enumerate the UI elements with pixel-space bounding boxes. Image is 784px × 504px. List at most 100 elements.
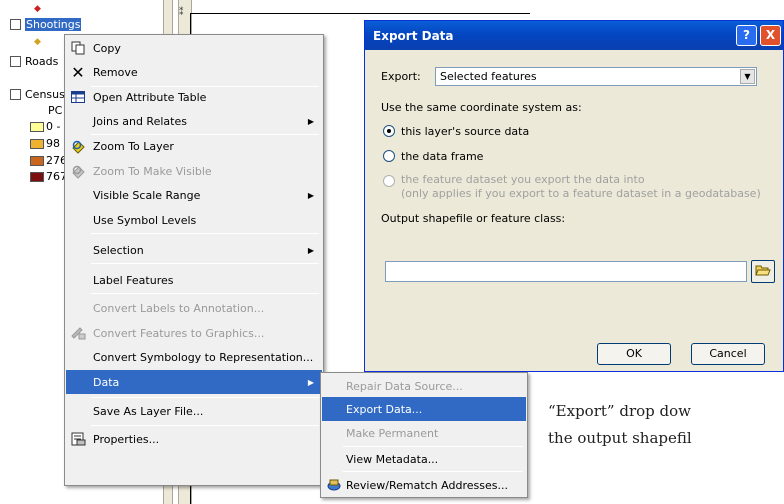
zoom-layer-icon xyxy=(70,138,86,154)
layer-name[interactable]: Roads xyxy=(25,55,58,68)
coordinate-system-label: Use the same coordinate system as: xyxy=(381,101,582,114)
browse-button[interactable] xyxy=(751,260,775,283)
menu-item-data[interactable]: Data ▶ xyxy=(66,370,322,394)
radio-layer-source[interactable] xyxy=(383,125,395,137)
point-symbol-icon: ◆ xyxy=(34,37,41,47)
menu-item-convert-features: Convert Features to Graphics... xyxy=(66,321,322,345)
radio-data-frame[interactable] xyxy=(383,150,395,162)
legend-class: 276 xyxy=(30,154,67,167)
layer-name[interactable]: Shootings xyxy=(25,18,82,31)
legend-label: 98 xyxy=(46,137,60,150)
layer-visibility-checkbox[interactable] xyxy=(10,19,21,30)
menu-item-label: Make Permanent xyxy=(346,426,439,440)
menu-item-label: Remove xyxy=(93,65,138,79)
menu-item-label: Data xyxy=(93,375,120,389)
menu-item-copy[interactable]: Copy xyxy=(66,36,322,60)
convert-graphics-icon xyxy=(70,325,86,341)
menu-separator xyxy=(91,293,319,294)
radio-data-frame-label[interactable]: the data frame xyxy=(401,150,483,163)
menu-separator xyxy=(91,263,319,264)
export-dropdown-value: Selected features xyxy=(440,70,537,83)
menu-item-export-data[interactable]: Export Data... xyxy=(322,397,526,421)
menu-item-label: Save As Layer File... xyxy=(93,404,204,418)
menu-item-review-rematch-addresses[interactable]: Review/Rematch Addresses... xyxy=(322,473,526,497)
submenu-arrow-icon: ▶ xyxy=(307,377,314,387)
menu-item-label-features[interactable]: Label Features xyxy=(66,268,322,292)
menu-item-view-metadata[interactable]: View Metadata... xyxy=(322,447,526,471)
menu-item-label: Copy xyxy=(93,41,121,55)
menu-item-remove[interactable]: ✕ Remove xyxy=(66,60,322,84)
menu-item-open-attribute-table[interactable]: Open Attribute Table xyxy=(66,85,322,109)
export-dropdown[interactable]: Selected features ▼ xyxy=(435,67,757,86)
menu-item-label: Convert Labels to Annotation... xyxy=(93,301,265,315)
layer-roads[interactable]: Roads xyxy=(10,55,58,68)
chevron-down-icon[interactable]: ▼ xyxy=(740,69,755,84)
layer-visibility-checkbox[interactable] xyxy=(10,56,21,67)
menu-item-properties[interactable]: Properties... xyxy=(66,427,322,451)
map-frame-border xyxy=(190,13,530,14)
menu-item-label: Zoom To Layer xyxy=(93,139,174,153)
menu-item-label: Open Attribute Table xyxy=(93,90,207,104)
menu-item-label: Convert Symbology to Representation... xyxy=(93,350,314,364)
menu-item-label: Selection xyxy=(93,243,144,257)
submenu-arrow-icon: ▶ xyxy=(307,245,314,255)
menu-item-label: Repair Data Source... xyxy=(346,379,463,393)
table-icon xyxy=(70,89,86,105)
menu-item-label: Zoom To Make Visible xyxy=(93,164,212,178)
close-button[interactable]: X xyxy=(760,25,781,46)
menu-item-label: Use Symbol Levels xyxy=(93,213,197,227)
legend-swatch xyxy=(30,138,44,149)
layer-shootings[interactable]: Shootings xyxy=(10,18,82,31)
properties-icon xyxy=(70,431,86,447)
legend-swatch xyxy=(30,155,44,166)
output-path-field[interactable] xyxy=(385,261,747,282)
menu-item-label: Properties... xyxy=(93,432,160,446)
menu-item-label: Visible Scale Range xyxy=(93,188,201,202)
menu-item-visible-scale-range[interactable]: Visible Scale Range ▶ xyxy=(66,183,322,207)
menu-item-make-permanent: Make Permanent xyxy=(322,421,526,445)
menu-item-joins-and-relates[interactable]: Joins and Relates ▶ xyxy=(66,109,322,133)
radio-layer-source-label[interactable]: this layer's source data xyxy=(401,125,529,138)
caption-line: the output shapefil xyxy=(548,429,692,447)
menu-item-label: Export Data... xyxy=(346,402,423,416)
grip-icon: ⁑ xyxy=(179,8,183,18)
dialog-title: Export Data xyxy=(373,28,454,43)
menu-item-repair-data-source: Repair Data Source... xyxy=(322,374,526,398)
point-symbol-icon: ◆ xyxy=(34,4,41,14)
legend-swatch xyxy=(30,171,44,182)
help-button[interactable]: ? xyxy=(736,25,757,46)
menu-item-convert-symbology[interactable]: Convert Symbology to Representation... xyxy=(66,345,322,369)
ok-button[interactable]: OK xyxy=(597,343,671,365)
menu-item-use-symbol-levels[interactable]: Use Symbol Levels xyxy=(66,208,322,232)
radio-feature-dataset-note: (only applies if you export to a feature… xyxy=(401,187,761,200)
data-submenu: Repair Data Source... Export Data... Mak… xyxy=(320,372,528,498)
radio-feature-dataset-label: the feature dataset you export the data … xyxy=(401,173,645,186)
legend-class: 0 - xyxy=(30,120,60,133)
copy-icon xyxy=(70,40,86,56)
menu-item-save-as-layer-file[interactable]: Save As Layer File... xyxy=(66,399,322,423)
menu-separator xyxy=(91,233,319,234)
menu-item-zoom-to-layer[interactable]: Zoom To Layer xyxy=(66,134,322,158)
export-label: Export: xyxy=(381,70,421,83)
dialog-title-bar[interactable]: Export Data ? X xyxy=(365,21,783,50)
export-data-dialog: Export Data ? X Export: Selected feature… xyxy=(364,20,784,372)
menu-item-selection[interactable]: Selection ▶ xyxy=(66,238,322,262)
layer-census[interactable]: Census xyxy=(10,88,65,101)
menu-item-label: View Metadata... xyxy=(346,452,439,466)
legend-class: 767 xyxy=(30,170,67,183)
remove-icon: ✕ xyxy=(71,62,85,82)
menu-item-zoom-to-make-visible: Zoom To Make Visible xyxy=(66,159,322,183)
rematch-icon xyxy=(326,477,342,493)
legend-label: 0 - xyxy=(46,120,61,133)
menu-separator xyxy=(91,397,319,398)
cancel-button[interactable]: Cancel xyxy=(691,343,765,365)
submenu-arrow-icon: ▶ xyxy=(307,116,314,126)
menu-item-label: Review/Rematch Addresses... xyxy=(346,478,508,492)
layer-visibility-checkbox[interactable] xyxy=(10,89,21,100)
layer-name[interactable]: Census xyxy=(25,88,65,101)
radio-feature-dataset xyxy=(383,175,395,187)
folder-open-icon xyxy=(755,263,771,280)
layer-context-menu: Copy ✕ Remove Open Attribute Table Joins… xyxy=(64,34,324,486)
legend-class: 98 xyxy=(30,137,60,150)
zoom-visible-icon xyxy=(70,163,86,179)
